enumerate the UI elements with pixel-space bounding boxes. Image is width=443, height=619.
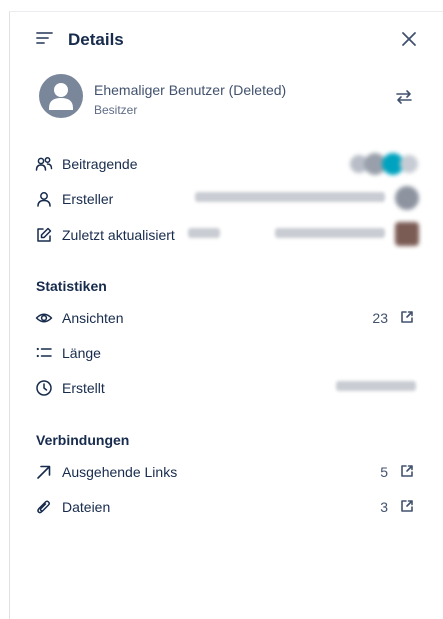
paperclip-icon [37,500,50,514]
creator-avatar [395,186,419,210]
person-icon [37,192,51,207]
outgoing-links-value: 5 [380,464,388,480]
outgoing-links-label: Ausgehende Links [62,464,178,480]
views-value: 23 [372,310,388,326]
files-row: Dateien 3 [10,493,443,521]
external-link-icon[interactable] [400,310,414,324]
last-updated-row: Zuletzt aktualisiert [10,221,443,249]
swap-arrows-icon[interactable] [395,88,413,106]
statistics-title: Statistiken [36,278,107,294]
clock-icon [36,380,52,396]
panel-header: Details [10,26,443,54]
last-updated-extra-redacted [188,228,220,238]
contributors-label: Beitragende [62,156,138,172]
details-panel: Details Ehemaliger Benutzer (Deleted) Be… [10,12,443,619]
close-icon[interactable] [399,29,419,49]
connections-title: Verbindungen [36,432,130,448]
list-icon [36,347,52,358]
people-icon [35,157,53,171]
creator-name-redacted[interactable] [195,192,385,202]
files-label: Dateien [62,499,111,515]
created-label: Erstellt [62,380,105,396]
views-row: Ansichten 23 [10,304,443,332]
last-updated-label: Zuletzt aktualisiert [62,227,175,243]
external-link-icon[interactable] [400,499,414,513]
person-avatar-icon [39,74,83,118]
owner-name: Ehemaliger Benutzer (Deleted) [94,82,287,98]
owner-section: Ehemaliger Benutzer (Deleted) Besitzer [10,72,443,122]
panel-title: Details [68,30,124,49]
contributors-row: Beitragende [10,150,443,178]
files-value: 3 [380,499,388,515]
creator-label: Ersteller [62,191,114,207]
outgoing-links-row: Ausgehende Links 5 [10,458,443,486]
views-label: Ansichten [62,310,124,326]
eye-icon [35,313,53,323]
contributors-avatars[interactable] [350,152,420,176]
length-label: Länge [62,345,101,361]
created-row: Erstellt [10,374,443,402]
owner-role: Besitzer [94,103,138,117]
list-lines-icon[interactable] [36,29,54,47]
last-updated-name-redacted[interactable] [275,228,385,238]
edit-icon [37,227,52,242]
length-row: Länge [10,339,443,367]
created-date-redacted [336,381,416,391]
external-link-icon[interactable] [400,464,414,478]
arrow-up-right-icon [37,465,51,479]
last-updated-avatar [395,222,419,246]
creator-row: Ersteller [10,185,443,213]
